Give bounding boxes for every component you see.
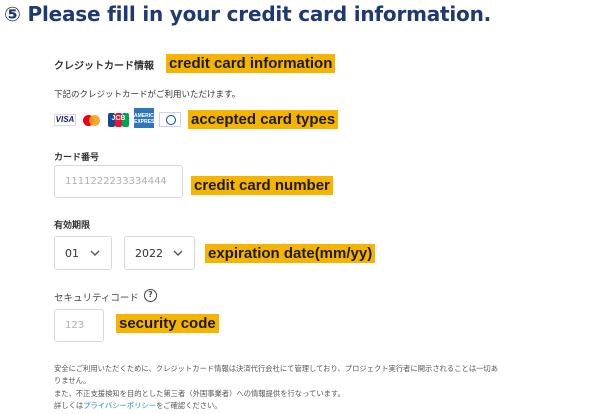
- annotation-accepted-card-types: accepted card types: [188, 110, 339, 129]
- expiration-year-value: 2022: [135, 246, 163, 260]
- diners-club-icon: [159, 112, 181, 127]
- page-heading: ⑤ Please fill in your credit card inform…: [4, 2, 492, 26]
- expiration-month-select[interactable]: 01: [54, 236, 112, 270]
- security-note-line-2: りません。: [54, 376, 91, 385]
- privacy-policy-link[interactable]: プライバシーポリシー: [83, 401, 156, 410]
- accepted-cards-text: 下記のクレジットカードがご利用いただけます。: [54, 90, 241, 100]
- chevron-down-icon: [173, 250, 183, 256]
- expiration-label: 有効期限: [54, 221, 91, 231]
- card-number-label: カード番号: [54, 153, 100, 163]
- visa-icon: VISA: [54, 114, 76, 126]
- expiration-year-select[interactable]: 2022: [124, 236, 195, 270]
- privacy-note-suffix: をご確認ください。: [156, 401, 222, 410]
- security-code-input[interactable]: 123: [54, 309, 104, 342]
- expiration-month-value: 01: [65, 246, 79, 260]
- amex-icon: AMERICAN EXPRESS: [134, 108, 161, 128]
- jcb-icon: JCB: [108, 113, 129, 127]
- privacy-note: 詳しくはプライバシーポリシーをご確認ください。: [54, 401, 222, 411]
- security-code-label: セキュリティコード: [54, 293, 139, 304]
- chevron-down-icon: [90, 250, 100, 256]
- security-note-line-1: 安全にご利用いただくために、クレジットカード情報は決済代行会社にて管理しており、…: [54, 364, 499, 373]
- privacy-note-prefix: 詳しくは: [54, 401, 84, 410]
- help-icon[interactable]: ?: [144, 289, 157, 302]
- annotation-credit-card-information: credit card information: [166, 54, 336, 73]
- card-number-input[interactable]: 1111222233334444: [54, 165, 183, 198]
- card-number-placeholder: 1111222233334444: [65, 176, 167, 187]
- security-code-placeholder: 123: [65, 320, 85, 331]
- annotation-expiration-date: expiration date(mm/yy): [205, 244, 376, 263]
- security-note-line-3: また、不正支援検知を目的とした第三者（外国事業者）への情報提供を行なっています。: [54, 389, 345, 398]
- mastercard-icon: [82, 115, 102, 126]
- section-title: クレジットカード情報: [54, 61, 154, 72]
- annotation-credit-card-number: credit card number: [191, 176, 333, 195]
- annotation-security-code: security code: [116, 314, 219, 333]
